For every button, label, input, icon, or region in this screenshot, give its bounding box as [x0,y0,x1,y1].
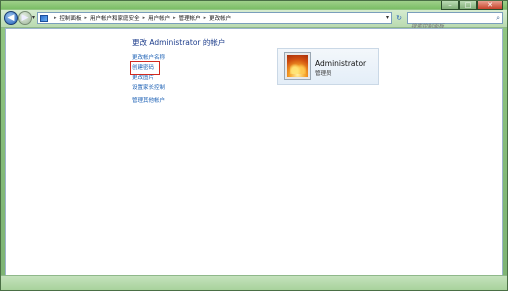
account-card: Administrator 管理员 [277,48,379,85]
window-title-bar[interactable] [1,1,507,9]
create-password-link[interactable]: 创建密码 [130,61,160,75]
main-content: 更改 Administrator 的帐户 更改帐户名称 创建密码 更改图片 设置… [5,28,503,276]
account-role: 管理员 [315,71,332,77]
breadcrumb-change-account[interactable]: 更改帐户 [209,14,231,22]
task-links: 更改帐户名称 创建密码 更改图片 设置家长控制 管理其他帐户 [130,53,165,106]
breadcrumb-manage-accounts[interactable]: 管理帐户 [179,14,201,22]
control-panel-icon [40,14,48,22]
control-panel-window: – □ ✕ ◀ ▶ ▾ ▸ 控制面板 ▸ 用户帐户和家庭安全 ▸ 用户帐户 ▸ … [0,0,508,291]
breadcrumb-user-accounts[interactable]: 用户帐户 [148,14,170,22]
refresh-icon[interactable]: ↻ [393,13,405,23]
change-account-name-link[interactable]: 更改帐户名称 [132,53,165,63]
forward-button[interactable]: ▶ [18,11,32,25]
account-name: Administrator [315,59,367,68]
recent-pages-dropdown[interactable]: ▾ [32,14,35,21]
breadcrumb-separator[interactable]: ▸ [204,15,207,21]
back-button[interactable]: ◀ [4,11,18,25]
search-box[interactable]: ⌕ [407,12,503,32]
search-icon[interactable]: ⌕ [496,14,500,23]
breadcrumb-control-panel[interactable]: 控制面板 [60,14,82,22]
minimize-button[interactable]: – [441,1,459,10]
manage-other-accounts-link[interactable]: 管理其他帐户 [132,96,165,106]
navigation-bar: ◀ ▶ ▾ ▸ 控制面板 ▸ 用户帐户和家庭安全 ▸ 用户帐户 ▸ 管理帐户 ▸… [1,10,507,32]
avatar-image [290,58,306,74]
change-picture-link[interactable]: 更改图片 [132,73,165,83]
breadcrumb-separator[interactable]: ▸ [143,15,146,21]
address-bar[interactable]: ▸ 控制面板 ▸ 用户帐户和家庭安全 ▸ 用户帐户 ▸ 管理帐户 ▸ 更改帐户 … [37,12,392,24]
status-bar [1,275,507,290]
page-title: 更改 Administrator 的帐户 [132,38,226,47]
flower-avatar-icon [284,52,311,80]
breadcrumb-user-accounts-family-safety[interactable]: 用户帐户和家庭安全 [90,14,140,22]
address-dropdown-icon[interactable]: ▾ [386,14,389,21]
breadcrumb-separator[interactable]: ▸ [85,15,88,21]
parental-controls-link[interactable]: 设置家长控制 [132,83,165,93]
breadcrumb-separator[interactable]: ▸ [54,15,57,21]
close-button[interactable]: ✕ [477,1,503,10]
breadcrumb-separator[interactable]: ▸ [173,15,176,21]
maximize-button[interactable]: □ [459,1,477,10]
